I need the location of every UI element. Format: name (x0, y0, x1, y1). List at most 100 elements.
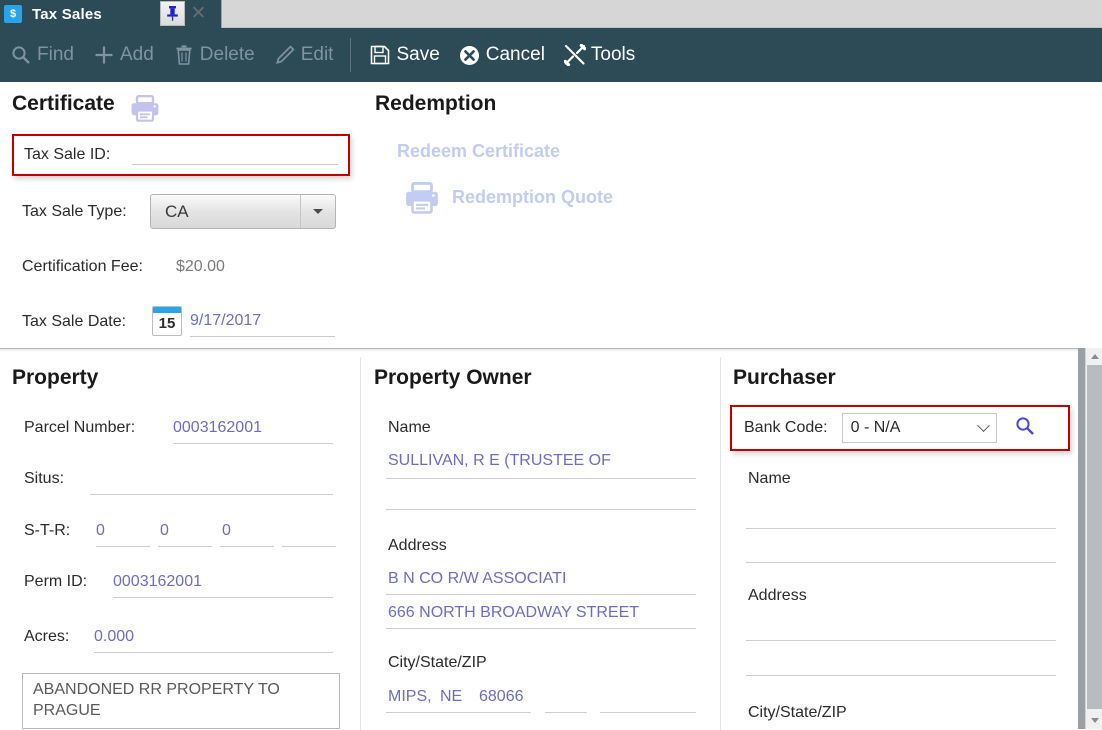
acres-label: Acres: (24, 628, 70, 645)
toolbar-cancel-label: Cancel (485, 44, 545, 65)
search-icon[interactable] (1015, 416, 1035, 441)
property-description-textarea[interactable]: ABANDONED RR PROPERTY TO PRAGUE (22, 673, 340, 729)
property-owner-section-title: Property Owner (374, 366, 532, 389)
bank-code-value: 0 - N/A (850, 419, 901, 436)
owner-state-value[interactable]: NE (440, 688, 462, 706)
toolbar-edit-button[interactable]: Edit (264, 28, 343, 82)
parcel-number-value[interactable]: 0003162001 (173, 419, 262, 437)
panel-divider-2 (720, 357, 721, 730)
owner-state-underline (545, 712, 587, 713)
plus-icon (92, 43, 116, 67)
tab-title: Tax Sales (32, 5, 102, 23)
purchaser-address-underline-2 (746, 675, 1056, 676)
chevron-up-icon (1090, 354, 1099, 359)
owner-city-value[interactable]: MIPS, (388, 688, 432, 706)
calendar-icon[interactable]: 15 (152, 306, 182, 336)
redemption-quote-link[interactable]: Redemption Quote (452, 187, 613, 208)
owner-address-line-2[interactable]: 666 NORTH BROADWAY STREET (388, 604, 639, 622)
certification-fee-value: $20.00 (176, 258, 225, 275)
toolbar-save-button[interactable]: Save (359, 28, 448, 82)
floppy-disk-icon (368, 43, 392, 67)
owner-address-line-1[interactable]: B N CO R/W ASSOCIATI (388, 570, 566, 588)
bank-code-dropdown[interactable]: 0 - N/A (841, 413, 997, 443)
purchaser-name-underline-1 (746, 528, 1056, 529)
scrollbar-thumb[interactable] (1087, 365, 1102, 709)
owner-zip-underline (600, 712, 696, 713)
toolbar-add-button[interactable]: Add (83, 28, 163, 82)
purchaser-name-underline-2 (746, 562, 1056, 563)
str-section-underline (96, 546, 150, 547)
toolbar-tools-button[interactable]: Tools (554, 28, 644, 82)
situs-underline (90, 494, 333, 495)
certificate-section-title: Certificate (12, 92, 115, 115)
main-toolbar: Find Add Delete Edit Save Cancel Tools (0, 28, 1102, 82)
pin-tab-button[interactable] (160, 1, 185, 26)
scroll-down-button[interactable] (1086, 712, 1102, 729)
str-section-value[interactable]: 0 (96, 522, 105, 540)
tax-sale-id-label: Tax Sale ID: (24, 146, 111, 163)
owner-address-label: Address (388, 537, 447, 554)
toolbar-delete-label: Delete (199, 44, 255, 65)
chevron-down-icon[interactable] (300, 195, 335, 228)
tax-sale-date-input[interactable]: 9/17/2017 (190, 312, 261, 330)
vertical-scrollbar[interactable] (1085, 348, 1102, 729)
redemption-section-title: Redemption (375, 92, 497, 115)
str-label: S-T-R: (24, 522, 71, 539)
pushpin-icon (167, 6, 178, 21)
owner-zip-value[interactable]: 68066 (479, 688, 524, 706)
owner-address-underline-1 (386, 594, 696, 595)
property-section-title: Property (12, 366, 99, 389)
tax-sale-date-label: Tax Sale Date: (22, 313, 127, 330)
scroll-up-button[interactable] (1086, 348, 1102, 365)
cancel-circle-icon (458, 43, 482, 67)
tax-sale-type-dropdown[interactable]: CA (150, 194, 336, 229)
printer-icon[interactable] (130, 95, 160, 127)
trash-icon (172, 43, 196, 67)
toolbar-edit-label: Edit (300, 44, 334, 65)
owner-name-label: Name (388, 419, 431, 436)
str-range-value[interactable]: 0 (222, 522, 231, 540)
panel-top-shade (0, 349, 1102, 352)
tab-strip: $ Tax Sales ✕ (0, 0, 1102, 28)
str-range-underline (220, 546, 274, 547)
owner-name-line-1[interactable]: SULLIVAN, R E (TRUSTEE OF (388, 452, 611, 470)
str-extra-underline (282, 546, 336, 547)
owner-name-underline-2 (386, 509, 696, 510)
tax-sale-type-label: Tax Sale Type: (22, 203, 127, 220)
bank-code-field-highlight[interactable]: Bank Code: 0 - N/A (730, 405, 1070, 451)
toolbar-cancel-button[interactable]: Cancel (449, 28, 554, 82)
tax-sale-date-underline (190, 336, 335, 337)
tax-sales-app-icon: $ (4, 5, 22, 23)
printer-icon[interactable] (404, 182, 440, 219)
panel-right-edge (1078, 348, 1085, 729)
parcel-number-underline (173, 443, 333, 444)
calendar-day-number: 15 (158, 315, 176, 332)
chevron-down-icon (1090, 718, 1099, 723)
purchaser-address-label: Address (748, 587, 807, 604)
toolbar-separator (350, 38, 352, 72)
purchaser-section-title: Purchaser (733, 366, 836, 389)
situs-label: Situs: (24, 470, 65, 487)
purchaser-citystatezip-label: City/State/ZIP (748, 704, 847, 721)
bank-code-label: Bank Code: (744, 419, 828, 436)
toolbar-find-label: Find (37, 44, 74, 65)
tools-icon (563, 43, 587, 67)
close-tab-button[interactable]: ✕ (186, 1, 211, 26)
certification-fee-label: Certification Fee: (22, 258, 143, 275)
toolbar-tools-label: Tools (590, 44, 636, 65)
redeem-certificate-link[interactable]: Redeem Certificate (397, 141, 560, 162)
chevron-down-icon (976, 418, 990, 432)
search-icon (9, 43, 33, 67)
perm-id-label: Perm ID: (24, 573, 88, 590)
acres-value[interactable]: 0.000 (94, 628, 134, 646)
toolbar-find-button[interactable]: Find (0, 28, 83, 82)
toolbar-delete-button[interactable]: Delete (163, 28, 264, 82)
owner-citystatezip-label: City/State/ZIP (388, 654, 487, 671)
tax-sale-id-field-highlight[interactable]: Tax Sale ID: (12, 134, 350, 176)
perm-id-value[interactable]: 0003162001 (113, 573, 202, 591)
purchaser-name-label: Name (748, 470, 791, 487)
owner-city-underline (386, 712, 531, 713)
owner-name-underline-1 (386, 478, 696, 479)
str-township-value[interactable]: 0 (160, 522, 169, 540)
tax-sale-id-underline (132, 164, 338, 165)
